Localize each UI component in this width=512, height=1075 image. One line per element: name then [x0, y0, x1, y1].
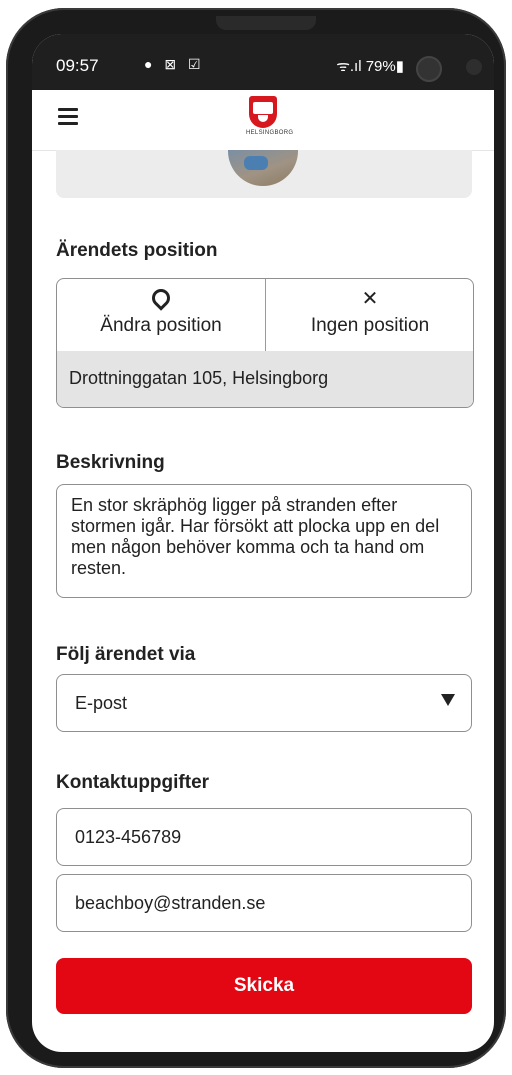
phone-field[interactable]: 0123-456789: [56, 808, 472, 866]
contact-title: Kontaktuppgifter: [56, 772, 210, 793]
app-screen: 09:57 ● ⊠ ☑ ᯤ.ıl 79%▮ HELSINGBORG Ärende…: [32, 34, 494, 1052]
uploaded-photo[interactable]: [228, 150, 298, 186]
position-address: Drottninggatan 105, Helsingborg: [57, 351, 473, 407]
status-time: 09:57: [56, 56, 99, 75]
follow-method-value: E-post: [75, 693, 128, 713]
description-title: Beskrivning: [56, 452, 165, 473]
follow-method-select[interactable]: E-post: [56, 674, 472, 732]
dropdown-arrow-icon: [441, 694, 455, 706]
menu-icon[interactable]: [58, 108, 78, 125]
logo-text: HELSINGBORG: [246, 130, 294, 136]
description-textarea[interactable]: En stor skräphög ligger på stranden efte…: [56, 484, 472, 598]
front-camera-icon: [416, 56, 442, 82]
follow-title: Följ ärendet via: [56, 644, 196, 665]
sensor-icon: [466, 59, 482, 75]
phone-frame: 09:57 ● ⊠ ☑ ᯤ.ıl 79%▮ HELSINGBORG Ärende…: [6, 8, 506, 1068]
crest-icon: [249, 96, 277, 128]
status-signal-battery: ᯤ.ıl 79%▮: [336, 58, 404, 75]
no-position-label: Ingen position: [310, 315, 430, 336]
address-text: Drottninggatan 105, Helsingborg: [69, 368, 329, 388]
phone-speaker: [216, 16, 316, 30]
notification-icons: ● ⊠ ☑: [144, 56, 205, 72]
position-box: Ändra position ✕ Ingen position Drottnin…: [56, 278, 474, 408]
phone-value: 0123-456789: [75, 827, 182, 847]
app-header: HELSINGBORG: [32, 90, 494, 151]
status-bar: 09:57 ● ⊠ ☑ ᯤ.ıl 79%▮: [32, 34, 494, 90]
submit-button[interactable]: Skicka: [56, 958, 472, 1014]
position-title: Ärendets position: [56, 240, 218, 261]
email-value: beachboy@stranden.se: [75, 893, 266, 913]
image-card: [56, 150, 472, 198]
helsingborg-logo: HELSINGBORG: [246, 96, 294, 144]
email-field[interactable]: beachboy@stranden.se: [56, 874, 472, 932]
location-pin-icon: [148, 285, 174, 311]
change-position-button[interactable]: Ändra position: [57, 279, 265, 351]
no-position-button[interactable]: ✕ Ingen position: [266, 279, 473, 351]
change-position-label: Ändra position: [100, 315, 222, 336]
close-icon: ✕: [361, 288, 379, 310]
